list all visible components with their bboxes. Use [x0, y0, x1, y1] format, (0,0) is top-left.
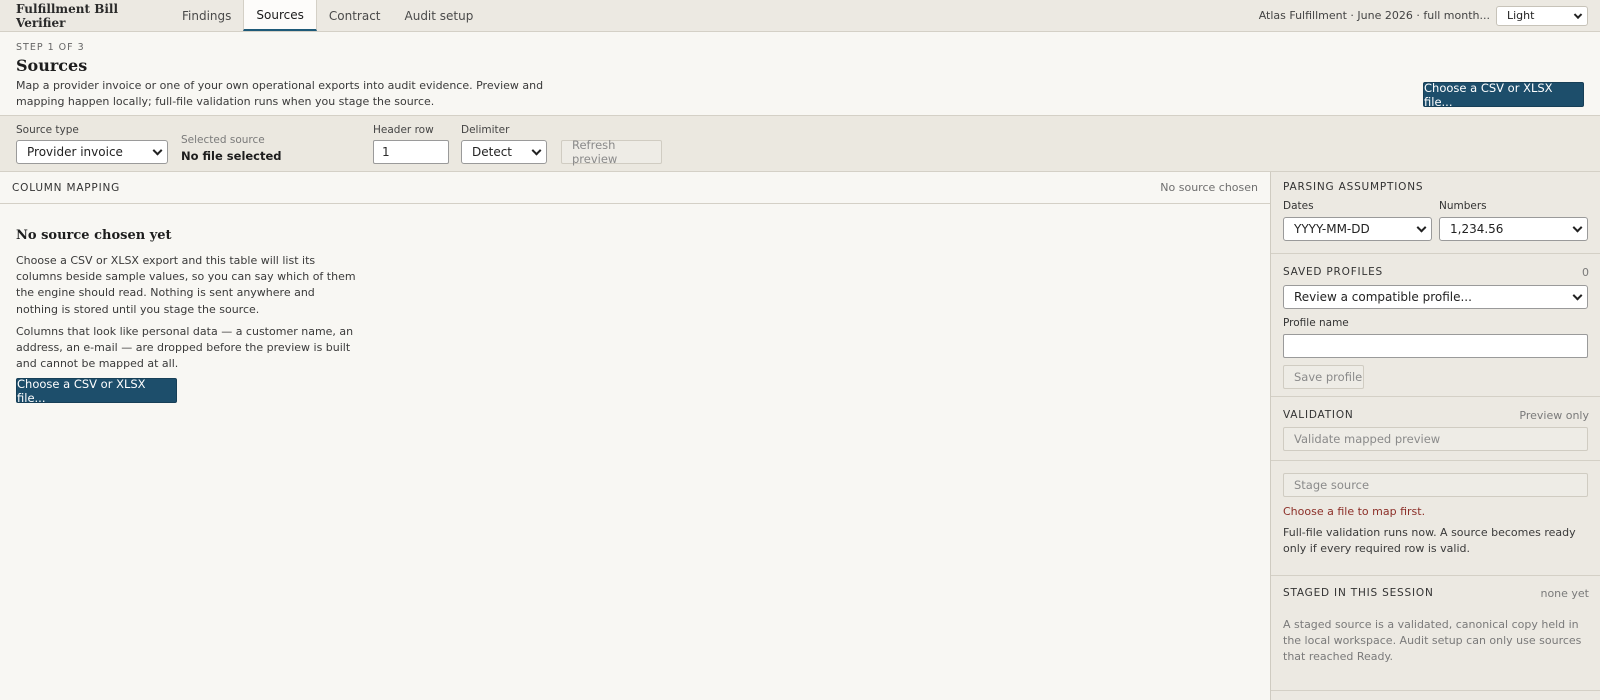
- delimiter-select[interactable]: Detect: [461, 140, 547, 164]
- audit-context[interactable]: Atlas Fulfillment · June 2026 · full mon…: [1259, 9, 1490, 22]
- stage-source-button[interactable]: Stage source: [1283, 473, 1588, 497]
- header-row-label: Header row: [373, 124, 434, 136]
- chevron-down-icon: [152, 145, 163, 156]
- staged-note: A staged source is a validated, canonica…: [1283, 618, 1582, 663]
- page-title: Sources: [16, 56, 88, 75]
- validation-note: Full-file validation runs now. A source …: [1283, 526, 1576, 555]
- dates-format-value: YYYY-MM-DD: [1294, 222, 1370, 236]
- staged-title: STAGED IN THIS SESSION: [1283, 587, 1434, 599]
- profile-name-label: Profile name: [1283, 317, 1349, 329]
- parsing-assumptions-title: PARSING ASSUMPTIONS: [1283, 181, 1424, 193]
- source-toolbar: Source type Provider invoice Selected so…: [0, 116, 1600, 172]
- tab-audit-setup[interactable]: Audit setup: [393, 0, 486, 31]
- empty-state-privacy-note: Columns that look like personal data — a…: [16, 324, 354, 371]
- staged-status: none yet: [1540, 587, 1589, 600]
- top-bar: Fulfillment Bill Verifier Findings Sourc…: [0, 0, 1600, 32]
- validation-section: VALIDATION Preview only Validate mapped …: [1271, 397, 1600, 576]
- source-type-select[interactable]: Provider invoice: [16, 140, 168, 164]
- main-nav: Findings Sources Contract Audit setup: [170, 0, 485, 31]
- compatible-profile-value: Review a compatible profile...: [1294, 290, 1472, 304]
- choose-file-button-header[interactable]: Choose a CSV or XLSX file...: [1423, 81, 1584, 109]
- chevron-down-icon: [1416, 222, 1427, 233]
- saved-profiles-count: 0: [1582, 266, 1589, 279]
- chevron-down-icon: [1572, 290, 1583, 301]
- delimiter-value: Detect: [472, 145, 513, 159]
- empty-state-text: Choose a CSV or XLSX export and this tab…: [16, 254, 356, 316]
- parsing-assumptions-section: PARSING ASSUMPTIONS Dates YYYY-MM-DD Num…: [1271, 172, 1600, 254]
- header-row-input[interactable]: 1: [373, 140, 449, 164]
- tab-findings[interactable]: Findings: [170, 0, 243, 31]
- tab-contract[interactable]: Contract: [317, 0, 393, 31]
- saved-profiles-section: SAVED PROFILES 0 Review a compatible pro…: [1271, 254, 1600, 397]
- selected-source-value: No file selected: [181, 149, 282, 163]
- validate-preview-button[interactable]: Validate mapped preview: [1283, 427, 1588, 451]
- numbers-format-select[interactable]: 1,234.56: [1439, 217, 1588, 241]
- chevron-down-icon: [531, 145, 542, 156]
- column-mapping-panel: COLUMN MAPPING No source chosen No sourc…: [0, 172, 1270, 700]
- choose-file-button[interactable]: Choose a CSV or XLSX file...: [16, 377, 177, 405]
- compatible-profile-select[interactable]: Review a compatible profile...: [1283, 285, 1588, 309]
- validation-warning: Choose a file to map first.: [1283, 505, 1426, 518]
- staged-section: STAGED IN THIS SESSION none yet A staged…: [1271, 576, 1600, 691]
- save-profile-button[interactable]: Save profile: [1283, 365, 1364, 389]
- theme-select-value: Light: [1507, 9, 1535, 22]
- chevron-down-icon: [1573, 10, 1583, 19]
- top-right: Atlas Fulfillment · June 2026 · full mon…: [1259, 0, 1600, 31]
- theme-select[interactable]: Light: [1496, 5, 1588, 26]
- numbers-label: Numbers: [1439, 200, 1487, 212]
- page-header: STEP 1 OF 3 Sources Map a provider invoi…: [0, 32, 1600, 116]
- column-mapping-header: COLUMN MAPPING No source chosen: [0, 172, 1270, 204]
- column-mapping-status: No source chosen: [1160, 181, 1258, 194]
- column-mapping-title: COLUMN MAPPING: [12, 181, 121, 194]
- delimiter-label: Delimiter: [461, 124, 510, 136]
- source-type-value: Provider invoice: [27, 145, 123, 159]
- tab-sources[interactable]: Sources: [243, 0, 317, 31]
- page-description: Map a provider invoice or one of your ow…: [16, 79, 544, 108]
- refresh-preview-button[interactable]: Refresh preview: [561, 138, 662, 166]
- numbers-format-value: 1,234.56: [1450, 222, 1504, 236]
- empty-state: No source chosen yet Choose a CSV or XLS…: [16, 228, 356, 405]
- sidebar: PARSING ASSUMPTIONS Dates YYYY-MM-DD Num…: [1270, 172, 1600, 700]
- app-title: Fulfillment Bill Verifier: [16, 1, 119, 30]
- saved-profiles-title: SAVED PROFILES: [1283, 266, 1383, 278]
- validation-title: VALIDATION: [1283, 409, 1354, 421]
- chevron-down-icon: [1572, 222, 1583, 233]
- profile-name-input[interactable]: [1283, 334, 1588, 358]
- validation-divider: [1271, 460, 1600, 461]
- dates-label: Dates: [1283, 200, 1314, 212]
- empty-state-title: No source chosen yet: [16, 228, 172, 243]
- validation-status: Preview only: [1519, 409, 1589, 422]
- dates-format-select[interactable]: YYYY-MM-DD: [1283, 217, 1432, 241]
- selected-source-label: Selected source: [181, 134, 265, 146]
- source-type-label: Source type: [16, 124, 79, 136]
- step-indicator: STEP 1 OF 3: [16, 42, 85, 53]
